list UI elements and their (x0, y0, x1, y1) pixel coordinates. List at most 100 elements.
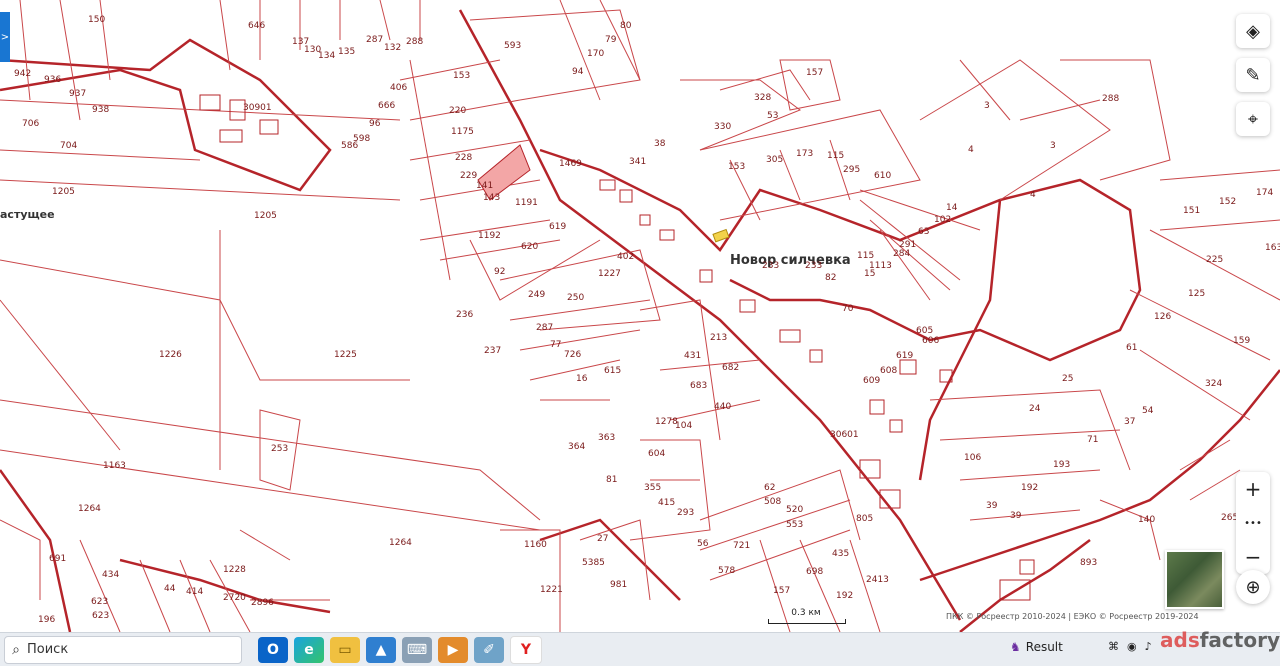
parcel-number: 295 (843, 165, 860, 175)
basemap-thumbnail[interactable] (1165, 550, 1224, 609)
parcel-number: 610 (874, 171, 891, 181)
watermark-logo: adsfactory (1160, 628, 1280, 652)
parcel-number: 288 (1102, 94, 1119, 104)
parcel-number: 1221 (540, 585, 563, 595)
parcel-number: 608 (880, 366, 897, 376)
parcel-number: 683 (690, 381, 707, 391)
cadastral-map[interactable]: 30901 30601 Новор силчевка астущее 942 93… (0, 0, 1280, 632)
parcel-number: 3 (984, 101, 990, 111)
more-button[interactable]: ••• (1236, 506, 1270, 540)
parcel-number: 102 (934, 215, 951, 225)
parcel-number: 508 (764, 497, 781, 507)
buildings (199, 94, 1035, 601)
parcel-number: 402 (617, 252, 634, 262)
parcel-number: 192 (1021, 483, 1038, 493)
parcel-number: 1163 (103, 461, 126, 471)
parcel-number: 893 (1080, 558, 1097, 568)
parcel-number: 125 (1188, 289, 1205, 299)
edge-app[interactable]: e (294, 636, 324, 663)
parcel-number: 153 (453, 71, 470, 81)
scale-bar-line (768, 619, 846, 624)
keyboard-app[interactable]: ⌨ (402, 636, 432, 663)
parcel-number: 61 (1126, 343, 1137, 353)
partial-place-name: астущее (0, 208, 55, 221)
tray-icon[interactable]: ◉ (1127, 640, 1137, 653)
parcel-number: 3 (1050, 141, 1056, 151)
parcel-number: 79 (605, 35, 617, 45)
ruler-button[interactable]: ✎ (1236, 58, 1270, 92)
parcel-number: 220 (449, 106, 466, 116)
parcel-number: 414 (186, 587, 203, 597)
parcel-number: 2896 (251, 598, 274, 608)
highlighted-parcel[interactable] (477, 144, 531, 201)
parcel-number: 646 (248, 21, 265, 31)
compass-button[interactable]: ⊕ (1236, 570, 1270, 604)
parcel-number: 27 (597, 534, 608, 544)
photos-app[interactable]: ▲ (366, 636, 396, 663)
parcel-layer[interactable]: 30901 30601 Новор силчевка астущее 94293… (0, 0, 1280, 632)
parcel-number: 609 (863, 376, 880, 386)
parcel-number: 196 (38, 615, 55, 625)
parcel-number: 936 (44, 75, 61, 85)
system-tray: ⌘ ◉ ♪ (1108, 640, 1152, 653)
parcel-number: 330 (714, 122, 731, 132)
parcel-number: 1264 (389, 538, 412, 548)
parcel-number: 1192 (478, 231, 501, 241)
parcel-number: 150 (88, 15, 105, 25)
files-app[interactable]: ▭ (330, 636, 360, 663)
parcel-number: 520 (786, 505, 803, 515)
parcel-number: 56 (697, 539, 709, 549)
layers-icon: ◈ (1246, 20, 1260, 42)
media-app[interactable]: ▶ (438, 636, 468, 663)
outlook-icon: O (267, 641, 279, 658)
parcel-number: 284 (893, 249, 910, 259)
parcel-number: 115 (857, 251, 874, 261)
quarter-label: 30901 (243, 103, 272, 113)
tray-icon[interactable]: ⌘ (1108, 640, 1119, 653)
taskbar-search[interactable]: ⌕ Поиск (4, 635, 242, 664)
parcel-number: 431 (684, 351, 701, 361)
taskbar-result[interactable]: ♞ Result (1010, 640, 1063, 654)
parcel-number: 328 (754, 93, 771, 103)
parcel-number: 288 (406, 37, 423, 47)
tray-icon[interactable]: ♪ (1145, 640, 1152, 653)
paint-icon: ✐ (483, 641, 495, 658)
paint-app[interactable]: ✐ (474, 636, 504, 663)
scale-label: 0.3 км (791, 608, 821, 618)
parcel-number: 619 (549, 222, 566, 232)
parcel-number: 287 (366, 35, 383, 45)
parcel-number: 63 (918, 227, 929, 237)
layers-button[interactable]: ◈ (1236, 14, 1270, 48)
parcel-number: 228 (455, 153, 472, 163)
parcel-number: 691 (49, 554, 66, 564)
sidebar-toggle[interactable]: > (0, 12, 10, 62)
parcel-number: 77 (550, 340, 561, 350)
zoom-out-button[interactable]: − (1236, 540, 1270, 574)
parcel-number: 623 (91, 597, 108, 607)
parcel-number: 250 (567, 293, 584, 303)
parcel-number: 305 (766, 155, 783, 165)
parcel-number: 726 (564, 350, 581, 360)
parcel-number: 682 (722, 363, 739, 373)
parcel-number: 44 (164, 584, 176, 594)
parcel-number: 14 (946, 203, 958, 213)
parcel-number: 213 (710, 333, 727, 343)
parcel-number: 141 (476, 181, 493, 191)
parcel-number: 115 (827, 151, 844, 161)
parcel-number: 698 (806, 567, 823, 577)
parcel-number: 1225 (334, 350, 357, 360)
compass-icon: ⊕ (1245, 576, 1261, 598)
place-name: Новор силчевка (730, 253, 851, 268)
zoom-in-button[interactable]: + (1236, 472, 1270, 506)
parcel-number: 435 (832, 549, 849, 559)
parcel-number: 553 (786, 520, 803, 530)
parcel-number: 38 (654, 139, 666, 149)
parcel-number: 225 (1206, 255, 1223, 265)
outlook-app[interactable]: O (258, 636, 288, 663)
folder-icon: ▭ (338, 641, 352, 658)
yandex-app[interactable]: Y (510, 635, 542, 664)
parcel-number: 1228 (223, 565, 246, 575)
parcel-number: 415 (658, 498, 675, 508)
locate-button[interactable]: ⌖ (1236, 102, 1270, 136)
parcel-number: 173 (796, 149, 813, 159)
